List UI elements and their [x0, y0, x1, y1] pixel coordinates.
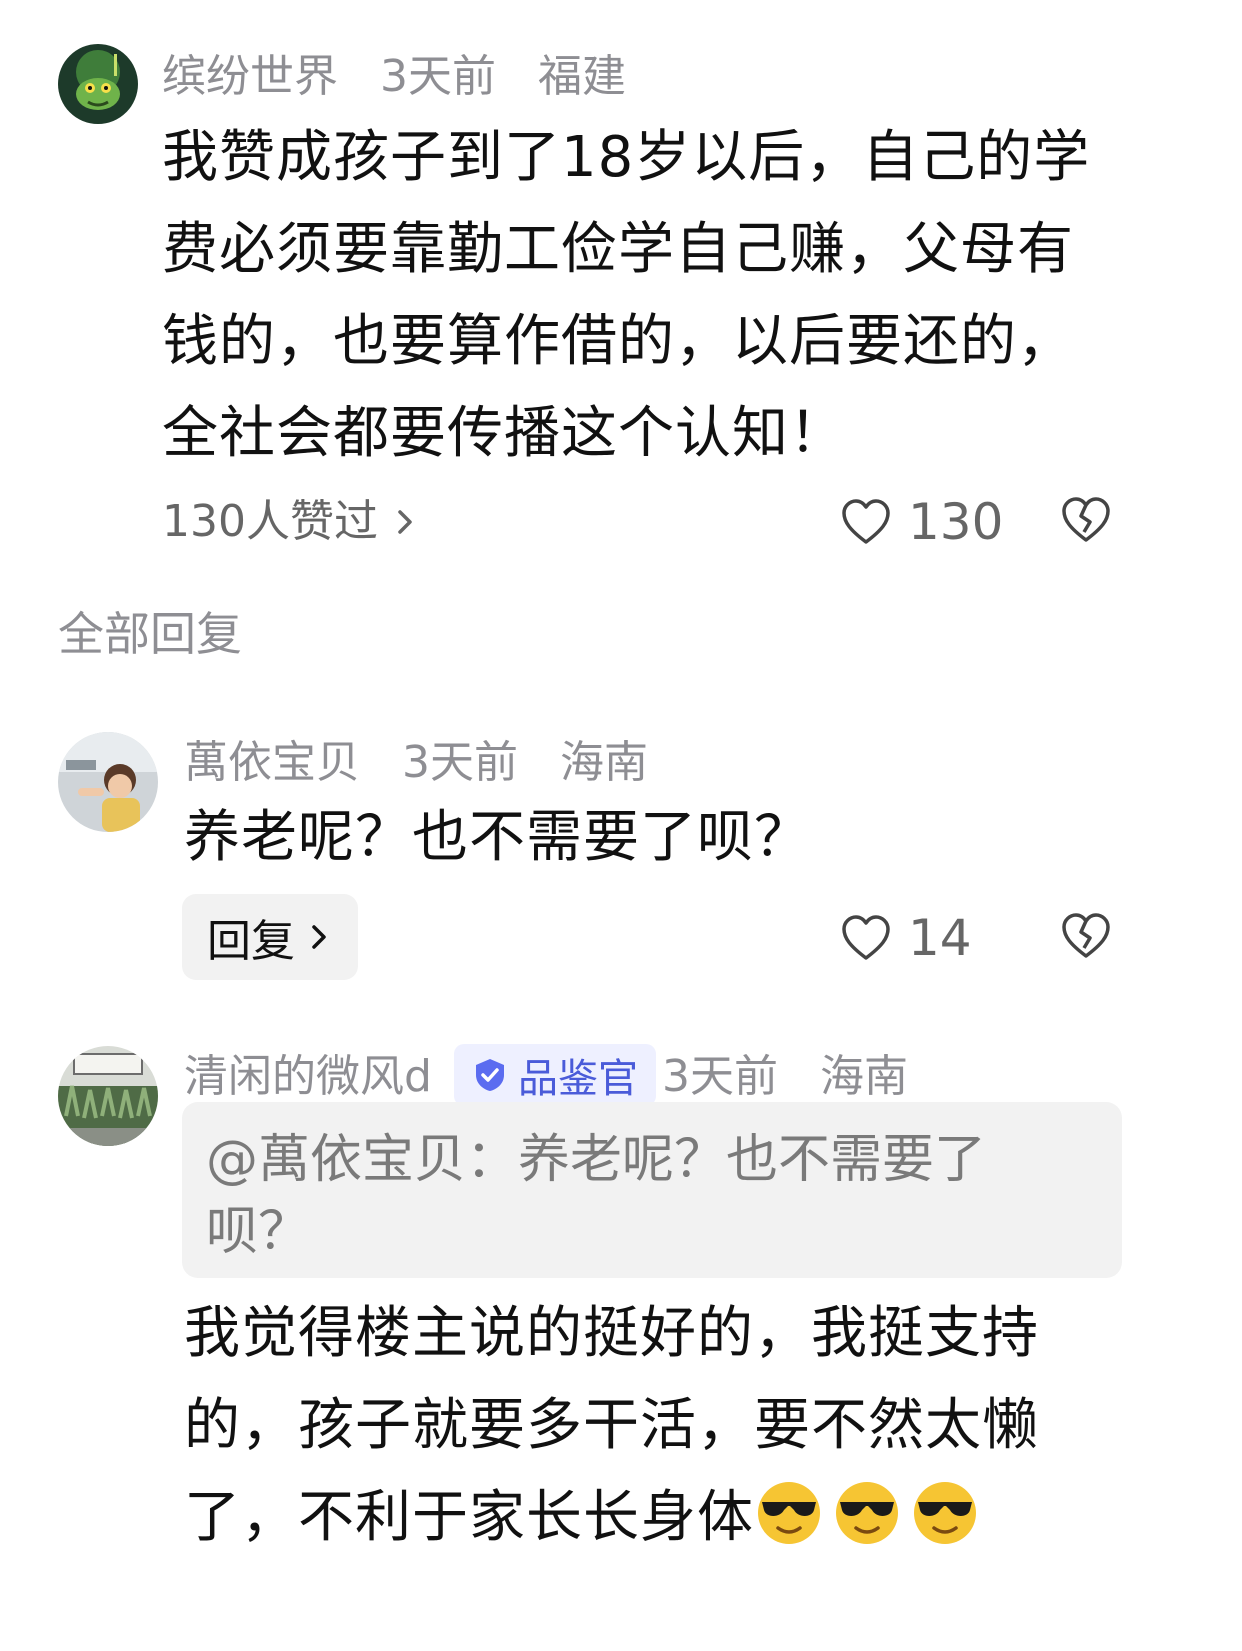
timestamp: 3天前: [402, 737, 518, 788]
avatar[interactable]: [58, 1046, 158, 1146]
broken-heart-icon: [1062, 497, 1110, 542]
location: 海南: [560, 737, 648, 788]
location: 海南: [820, 1051, 908, 1102]
badge-label: 品鉴官: [518, 1056, 638, 1102]
reply-meta: 萬依宝贝 3天前 海南: [184, 736, 676, 790]
dislike-button[interactable]: [1060, 496, 1112, 548]
comment-line: 费必须要靠勤工俭学自己赚，父母有: [162, 217, 1074, 282]
comment-text: 我赞成孩子到了18岁以后，自己的学 费必须要靠勤工俭学自己赚，父母有 钱的，也要…: [162, 112, 1202, 480]
like-count: 14: [908, 909, 972, 967]
liked-by-link[interactable]: 130人赞过: [162, 494, 420, 550]
username[interactable]: 萬依宝贝: [184, 737, 360, 788]
garden-avatar-icon: [58, 1046, 158, 1146]
reply-meta: 3天前 海南: [662, 1050, 936, 1104]
like-button[interactable]: 130: [840, 493, 1004, 551]
comment-line: 我赞成孩子到了18岁以后，自己的学: [162, 125, 1091, 190]
comment-line: 全社会都要传播这个认知！: [162, 401, 846, 466]
cool-sunglasses-emoji-icon: [914, 1482, 976, 1544]
dislike-button[interactable]: [1060, 912, 1112, 964]
username[interactable]: 缤纷世界: [162, 51, 338, 102]
reply-line: 我觉得楼主说的挺好的，我挺支持: [184, 1301, 1039, 1366]
reply-text: 我觉得楼主说的挺好的，我挺支持 的，孩子就要多干活，要不然太懒 了，不利于家长长…: [184, 1288, 1224, 1564]
quote-line: @萬依宝贝：养老呢？也不需要了: [206, 1130, 987, 1190]
timestamp: 3天前: [662, 1051, 778, 1102]
reply-line-with-emoji: 了，不利于家长长身体: [184, 1472, 1224, 1564]
avatar[interactable]: [58, 44, 138, 124]
reply-line: 的，孩子就要多干活，要不然太懒: [184, 1393, 1039, 1458]
cool-sunglasses-emoji-icon: [758, 1482, 820, 1544]
reply-label: 回复: [207, 916, 295, 967]
reply-text: 养老呢？也不需要了呗？: [184, 805, 811, 870]
chevron-right-icon: [312, 925, 326, 949]
broken-heart-icon: [1062, 913, 1110, 958]
role-badge: 品鉴官: [454, 1044, 656, 1106]
like-count: 130: [908, 493, 1004, 551]
liked-by-label: 130人赞过: [162, 496, 378, 547]
chevron-right-icon: [398, 510, 412, 534]
reply-button[interactable]: 回复: [182, 894, 358, 980]
quote-line: 呗？: [206, 1202, 311, 1262]
location: 福建: [538, 51, 626, 102]
timestamp: 3天前: [380, 51, 496, 102]
verified-shield-icon: [476, 1059, 504, 1091]
comment-meta: 缤纷世界 3天前 福建: [162, 50, 654, 104]
comment-line: 钱的，也要算作借的，以后要还的，: [162, 309, 1074, 374]
avatar[interactable]: [58, 732, 158, 832]
quoted-reply[interactable]: @萬依宝贝：养老呢？也不需要了 呗？: [182, 1102, 1122, 1278]
reply-username[interactable]: 清闲的微风d: [184, 1050, 432, 1104]
heart-icon: [842, 499, 890, 544]
all-replies-heading: 全部回复: [58, 607, 242, 661]
reply-line: 了，不利于家长长身体: [184, 1485, 754, 1550]
heart-icon: [842, 915, 890, 960]
frog-avatar-icon: [58, 44, 138, 124]
like-button[interactable]: 14: [840, 909, 972, 967]
cool-sunglasses-emoji-icon: [836, 1482, 898, 1544]
child-avatar-icon: [58, 732, 158, 832]
